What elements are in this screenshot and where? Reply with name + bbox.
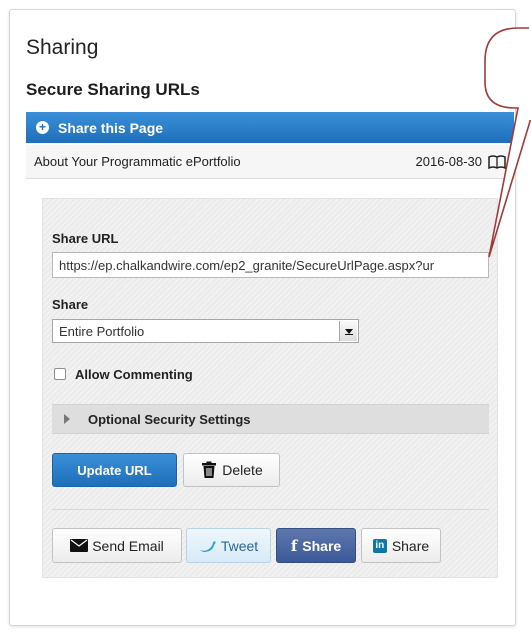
share-url-input[interactable]: [52, 252, 489, 278]
optional-security-label: Optional Security Settings: [88, 411, 251, 427]
tweet-label: Tweet: [220, 537, 259, 554]
share-this-page-label: Share this Page: [58, 119, 164, 136]
divider: [52, 509, 489, 510]
envelope-icon: [70, 539, 89, 552]
facebook-share-button[interactable]: f Share: [276, 528, 356, 563]
optional-security-toggle[interactable]: Optional Security Settings: [52, 404, 489, 434]
section-subtitle: Secure Sharing URLs: [26, 80, 200, 99]
share-scope-select[interactable]: Entire Portfolio: [52, 319, 359, 343]
linkedin-icon: in: [372, 538, 387, 553]
shared-url-row[interactable]: About Your Programmatic ePortfolio 2016-…: [26, 145, 514, 179]
delete-button[interactable]: Delete: [183, 453, 280, 487]
share-url-label: Share URL: [52, 231, 119, 246]
allow-commenting-checkbox[interactable]: [54, 368, 66, 380]
linkedin-share-label: Share: [391, 537, 430, 554]
shared-url-name: About Your Programmatic ePortfolio: [34, 154, 241, 169]
allow-commenting-label: Allow Commenting: [75, 367, 193, 382]
twitter-bird-icon: [199, 540, 216, 552]
caret-right-icon: [64, 414, 70, 424]
facebook-icon: f: [290, 536, 298, 555]
share-label: Share: [52, 297, 89, 312]
send-email-label: Send Email: [92, 537, 164, 554]
share-scope-selected: Entire Portfolio: [59, 323, 145, 339]
update-url-button[interactable]: Update URL: [52, 453, 177, 487]
tweet-button[interactable]: Tweet: [186, 528, 271, 563]
delete-label: Delete: [222, 462, 263, 478]
facebook-share-label: Share: [302, 537, 342, 554]
share-this-page-bar[interactable]: + Share this Page: [26, 112, 514, 143]
send-email-button[interactable]: Send Email: [52, 528, 182, 563]
plus-circle-icon: +: [36, 121, 49, 134]
trash-icon: [202, 461, 217, 478]
select-arrow-icon[interactable]: [339, 321, 357, 341]
shared-url-date: 2016-08-30: [415, 154, 483, 169]
page-title: Sharing: [26, 36, 99, 59]
open-book-icon[interactable]: [488, 154, 506, 169]
linkedin-share-button[interactable]: in Share: [361, 528, 441, 563]
